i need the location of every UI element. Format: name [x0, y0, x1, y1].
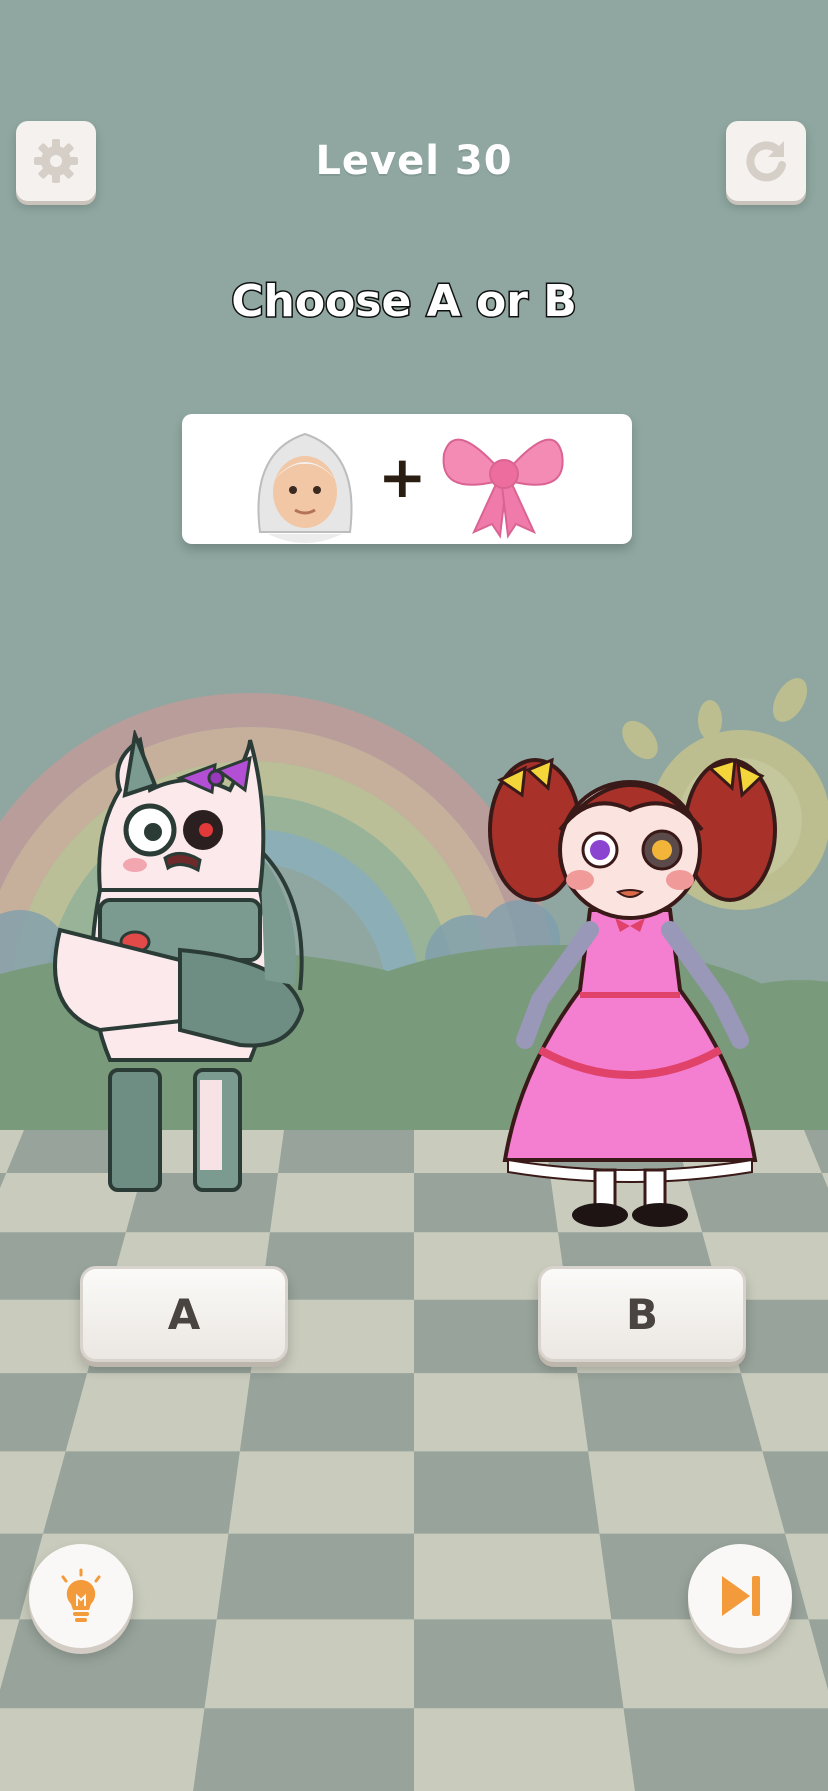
- option-b-label: B: [625, 1289, 658, 1339]
- floor-tile: [414, 1619, 624, 1709]
- option-a-label: A: [167, 1289, 201, 1339]
- restart-icon: [746, 141, 786, 182]
- character-a-robot-unicorn: [53, 730, 305, 1192]
- game-scene: [0, 0, 828, 1791]
- skip-button[interactable]: [688, 1544, 792, 1648]
- option-a-button[interactable]: A: [80, 1266, 288, 1362]
- clue-card: +: [182, 414, 632, 544]
- old-woman-emoji: [257, 432, 353, 543]
- instruction-text: Choose A or B: [230, 275, 579, 329]
- level-title: Level 30: [315, 138, 513, 184]
- plus-operator: +: [378, 443, 427, 511]
- option-b-button[interactable]: B: [538, 1266, 746, 1362]
- lightbulb-icon: [61, 1568, 101, 1622]
- floor-tile: [414, 1451, 600, 1534]
- ribbon-bow-emoji: [442, 438, 564, 539]
- floor-tile: [623, 1708, 828, 1791]
- floor-tile: [239, 1373, 414, 1452]
- floor-tile: [216, 1533, 414, 1620]
- hint-button[interactable]: [29, 1544, 133, 1648]
- floor-tile: [193, 1708, 414, 1791]
- character-b-doll: [488, 757, 777, 1227]
- restart-button[interactable]: [726, 121, 806, 201]
- skip-forward-icon: [722, 1576, 760, 1616]
- floor-tile: [577, 1373, 763, 1452]
- floor-tile: [43, 1451, 240, 1534]
